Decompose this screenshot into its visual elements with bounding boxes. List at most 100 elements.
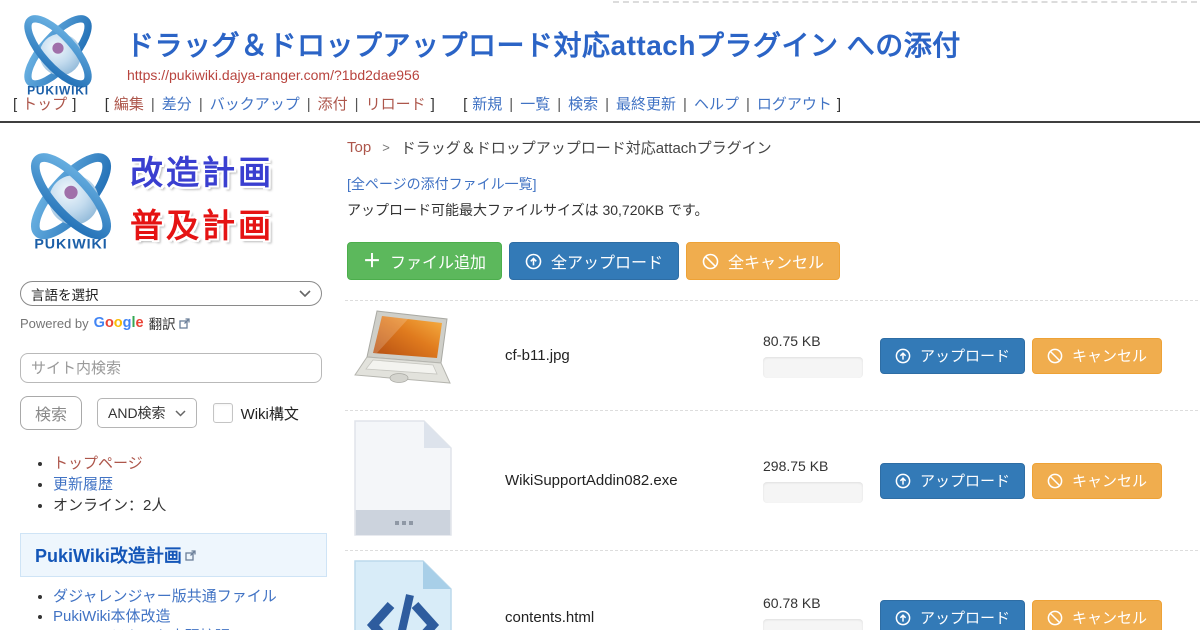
row-actions: アップロード キャンセル [880,600,1162,630]
cancel-label: キャンセル [1072,607,1147,628]
upload-label: アップロード [920,470,1010,491]
row-actions: アップロード キャンセル [880,338,1162,374]
link-update-history[interactable]: 更新履歴 [53,476,113,493]
chevron-down-icon [175,410,186,417]
cancel-button[interactable]: キャンセル [1032,338,1162,374]
cancel-all-label: 全キャンセル [728,249,824,273]
bracket: [ [13,96,17,113]
upload-circle-icon [895,473,911,489]
external-link-icon [179,318,190,329]
nav-item-list[interactable]: 一覧 [520,96,550,113]
file-size: 60.78 KB [763,595,880,611]
language-select[interactable]: 言語を選択 [20,281,322,306]
upload-all-button[interactable]: 全アップロード [509,242,679,280]
file-thumbnail [345,559,505,630]
site-search-input[interactable] [20,353,322,383]
nav-item-new[interactable]: 新規 [472,96,502,113]
nav-item-edit[interactable]: 編集 [114,96,144,113]
upload-circle-icon [895,348,911,364]
html-file-icon [353,559,453,630]
bracket: ] [72,96,76,113]
nav-separator: | [199,96,203,113]
upload-circle-icon [895,610,911,626]
pukiwiki-logo[interactable]: PUKIWIKI [10,5,106,101]
nav-item-reload[interactable]: リロード [366,96,426,113]
upload-circle-icon [525,253,542,270]
list-item: ダジャレンジャー版共通ファイル [53,587,327,606]
nav-item-attach[interactable]: 添付 [318,96,348,113]
external-link-icon [185,550,196,561]
top-navbar: [トップ] [編集|差分|バックアップ|添付|リロード] [新規|一覧|検索|最… [8,93,846,114]
nav-item-top[interactable]: トップ [22,96,67,113]
laptop-photo-thumbnail [353,309,453,397]
ban-icon [1047,348,1063,364]
file-size-cell: 60.78 KB [763,595,880,630]
nav-item-help[interactable]: ヘルプ [694,96,739,113]
plus-icon: ＋ [363,252,381,270]
main-content: Top > ドラッグ＆ドロップアップロード対応attachプラグイン [全ページ… [345,123,1200,630]
list-item: PukiWiki本体改造 [53,607,327,626]
file-size-cell: 298.75 KB [763,458,880,503]
generic-file-icon [353,419,453,537]
nav-item-backup[interactable]: バックアップ [210,96,300,113]
nav-separator: | [683,96,687,113]
language-select-value: 言語を選択 [31,284,99,304]
search-controls: 検索 AND検索 Wiki構文 [20,396,327,430]
wiki-syntax-checkbox[interactable] [213,403,233,423]
nav-item-recent[interactable]: 最終更新 [616,96,676,113]
all-pages-attach-list-link[interactable]: [全ページの添付ファイル一覧] [347,174,537,194]
upload-queue-row: cf-b11.jpg 80.75 KB アップロード [345,300,1198,410]
search-button[interactable]: 検索 [20,396,82,430]
breadcrumb-separator: > [382,140,390,155]
bracket: ] [837,96,841,113]
breadcrumb-home-link[interactable]: Top [347,139,371,156]
upload-queue: cf-b11.jpg 80.75 KB アップロード [345,300,1198,630]
file-name: cf-b11.jpg [505,347,763,364]
upload-progress-bar [763,357,863,378]
nav-item-diff[interactable]: 差分 [162,96,192,113]
upload-button[interactable]: アップロード [880,463,1025,499]
section-heading-label: PukiWiki改造計画 [35,542,182,568]
max-upload-size-note: アップロード可能最大ファイルサイズは 30,720KB です。 [347,200,1198,220]
online-counter: オンライン：2人 [53,497,166,514]
sidebar-banner[interactable]: PUKIWIKI 改造計画 普及計画 [14,143,327,257]
menu-link-core-mods[interactable]: PukiWiki本体改造 [53,608,171,625]
banner-line-kaizou: 改造計画 [130,147,274,200]
upload-toolbar: ＋ ファイル追加 全アップロード 全キャンセル [347,242,1198,280]
quick-links-list: トップページ 更新履歴 オンライン：2人 [20,454,327,515]
breadcrumb-current: ドラッグ＆ドロップアップロード対応attachプラグイン [401,137,772,158]
cancel-all-button[interactable]: 全キャンセル [686,242,840,280]
ban-icon [1047,473,1063,489]
upload-button[interactable]: アップロード [880,338,1025,374]
cancel-label: キャンセル [1072,345,1147,366]
google-translate-attribution: Powered by Google 翻訳 [20,313,327,333]
nav-item-search[interactable]: 検索 [568,96,598,113]
banner-line-fukyuu: 普及計画 [130,200,274,253]
translate-link[interactable]: 翻訳 [149,313,176,333]
link-top-page[interactable]: トップページ [53,455,143,472]
menu-link-common-files[interactable]: ダジャレンジャー版共通ファイル [53,588,277,605]
upload-progress-bar [763,619,863,630]
add-files-button[interactable]: ＋ ファイル追加 [347,242,502,280]
wiki-syntax-label: Wiki構文 [241,403,299,424]
nav-item-logout[interactable]: ログアウト [757,96,832,113]
upload-all-label: 全アップロード [551,249,663,273]
search-mode-select[interactable]: AND検索 [97,398,197,428]
ban-icon [1047,610,1063,626]
upload-button[interactable]: アップロード [880,600,1025,630]
page-title[interactable]: ドラッグ＆ドロップアップロード対応attachプラグイン への添付 [126,24,961,64]
page-url-link[interactable]: https://pukiwiki.dajya-ranger.com/?1bd2d… [127,67,420,83]
sidebar-section-heading[interactable]: PukiWiki改造計画 [20,533,327,577]
cancel-button[interactable]: キャンセル [1032,600,1162,630]
file-size: 80.75 KB [763,333,880,349]
search-mode-value: AND検索 [108,403,166,423]
upload-queue-row: WikiSupportAddin082.exe 298.75 KB アップロード [345,410,1198,550]
cancel-button[interactable]: キャンセル [1032,463,1162,499]
header: PUKIWIKI ドラッグ＆ドロップアップロード対応attachプラグイン への… [0,0,1200,123]
ban-icon [702,253,719,270]
upload-label: アップロード [920,607,1010,628]
nav-separator: | [557,96,561,113]
nav-separator: | [605,96,609,113]
list-item: オンライン：2人 [53,496,327,516]
file-name: WikiSupportAddin082.exe [505,472,763,489]
